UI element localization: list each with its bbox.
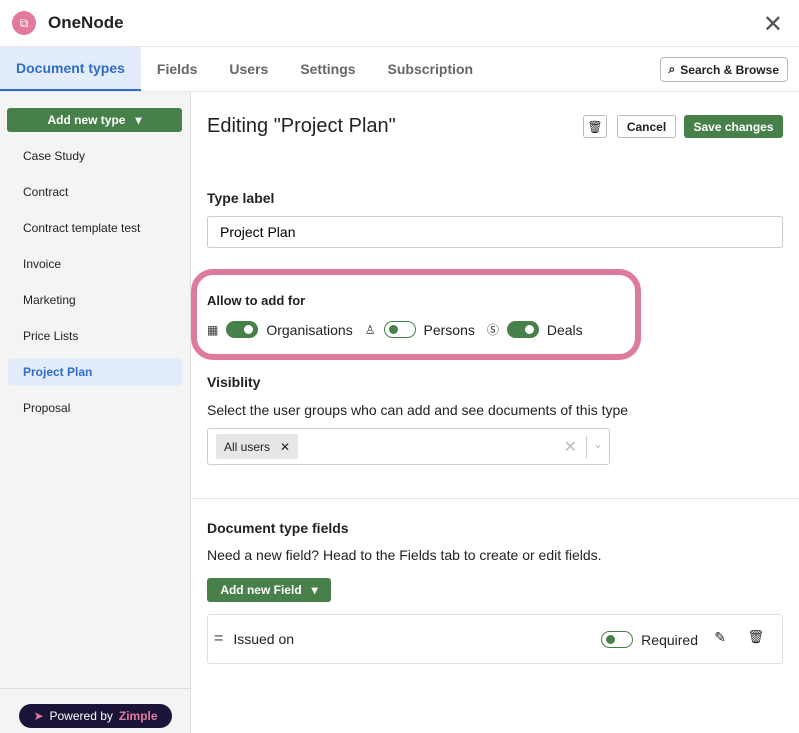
add-field-label: Add new Field xyxy=(220,583,302,597)
tab-settings[interactable]: Settings xyxy=(284,47,371,91)
dollar-icon: Ⓢ xyxy=(486,323,499,337)
chevron-down-icon[interactable]: ⌄ xyxy=(593,437,603,451)
type-label-heading: Type label xyxy=(207,190,275,206)
sidebar-item-case-study[interactable]: Case Study xyxy=(8,142,182,170)
fields-description: Need a new field? Head to the Fields tab… xyxy=(207,547,602,563)
field-name: Issued on xyxy=(233,631,295,647)
search-browse-button[interactable]: ⌕ Search & Browse xyxy=(659,57,788,82)
drag-handle-icon[interactable]: = xyxy=(214,630,223,648)
visibility-select[interactable]: All users ✕ ✕ ⌄ xyxy=(207,428,610,465)
add-new-field-button[interactable]: Add new Field ▾ xyxy=(207,578,331,602)
visibility-heading: Visiblity xyxy=(207,374,261,390)
add-new-type-button[interactable]: Add new type ▾ xyxy=(7,108,182,132)
save-changes-button[interactable]: Save changes xyxy=(684,115,783,138)
sidebar-item-contract[interactable]: Contract xyxy=(8,178,182,206)
organisations-label: Organisations xyxy=(266,321,353,338)
organisations-toggle[interactable] xyxy=(226,321,259,338)
search-icon: ⌕ xyxy=(668,62,676,76)
zimple-arrow-icon: ➤ xyxy=(33,709,44,723)
allow-heading: Allow to add for xyxy=(207,293,306,308)
onenode-logo-icon: ⧉ xyxy=(12,11,36,35)
chip-all-users: All users ✕ xyxy=(216,434,299,459)
tab-bar: Document types Fields Users Settings Sub… xyxy=(0,47,799,92)
sidebar-item-price-lists[interactable]: Price Lists xyxy=(8,322,182,350)
chip-label: All users xyxy=(224,439,271,454)
search-browse-label: Search & Browse xyxy=(680,62,779,77)
app-header: ⧉ OneNode ✕ xyxy=(0,0,799,47)
sidebar-footer: ➤ Powered by Zimple xyxy=(0,688,190,733)
section-divider xyxy=(191,498,799,499)
deals-toggle[interactable] xyxy=(506,321,539,338)
sidebar-item-project-plan[interactable]: Project Plan xyxy=(8,358,182,386)
close-icon[interactable]: ✕ xyxy=(763,10,783,39)
trash-icon[interactable]: 🗑 xyxy=(747,629,764,645)
sidebar: Add new type ▾ Case Study Contract Contra… xyxy=(0,92,191,733)
allow-toggles: ▦ Organisations ♙ Persons Ⓢ Deals xyxy=(207,321,583,338)
caret-down-icon: ▾ xyxy=(311,583,318,597)
person-icon: ♙ xyxy=(364,322,376,337)
sidebar-item-marketing[interactable]: Marketing xyxy=(8,286,182,314)
visibility-description: Select the user groups who can add and s… xyxy=(207,402,629,418)
powered-by-badge[interactable]: ➤ Powered by Zimple xyxy=(19,704,172,728)
pencil-icon[interactable]: ✎ xyxy=(714,629,726,646)
trash-icon: 🗑 xyxy=(587,119,603,134)
required-label: Required xyxy=(641,631,698,648)
app-title: OneNode xyxy=(48,13,124,32)
type-label-input[interactable] xyxy=(207,216,783,248)
caret-down-icon: ▾ xyxy=(135,113,142,127)
delete-type-button[interactable]: 🗑 xyxy=(583,115,607,138)
building-icon: ▦ xyxy=(207,322,219,337)
persons-toggle[interactable] xyxy=(383,321,416,338)
powered-by-text: Powered by xyxy=(49,709,113,723)
tab-users[interactable]: Users xyxy=(213,47,284,91)
powered-brand: Zimple xyxy=(118,709,158,723)
add-new-type-label: Add new type xyxy=(47,113,126,127)
required-toggle[interactable] xyxy=(601,631,634,648)
highlight-box xyxy=(191,269,641,360)
cancel-button[interactable]: Cancel xyxy=(617,115,676,138)
sidebar-item-contract-template-test[interactable]: Contract template test xyxy=(8,214,182,242)
tab-fields[interactable]: Fields xyxy=(141,47,213,91)
chip-remove-icon[interactable]: ✕ xyxy=(280,440,290,454)
select-separator xyxy=(586,436,587,458)
fields-heading: Document type fields xyxy=(207,520,349,536)
deals-label: Deals xyxy=(546,321,583,338)
editor-panel: Editing "Project Plan" 🗑 Cancel Save cha… xyxy=(191,92,799,733)
tab-document-types[interactable]: Document types xyxy=(0,47,141,91)
sidebar-item-invoice[interactable]: Invoice xyxy=(8,250,182,278)
persons-label: Persons xyxy=(423,321,475,338)
page-title: Editing "Project Plan" xyxy=(207,115,396,137)
clear-icon[interactable]: ✕ xyxy=(564,437,577,457)
field-row: = Issued on Required ✎ 🗑 xyxy=(207,614,783,664)
tab-subscription[interactable]: Subscription xyxy=(372,47,490,91)
sidebar-item-proposal[interactable]: Proposal xyxy=(8,394,182,422)
